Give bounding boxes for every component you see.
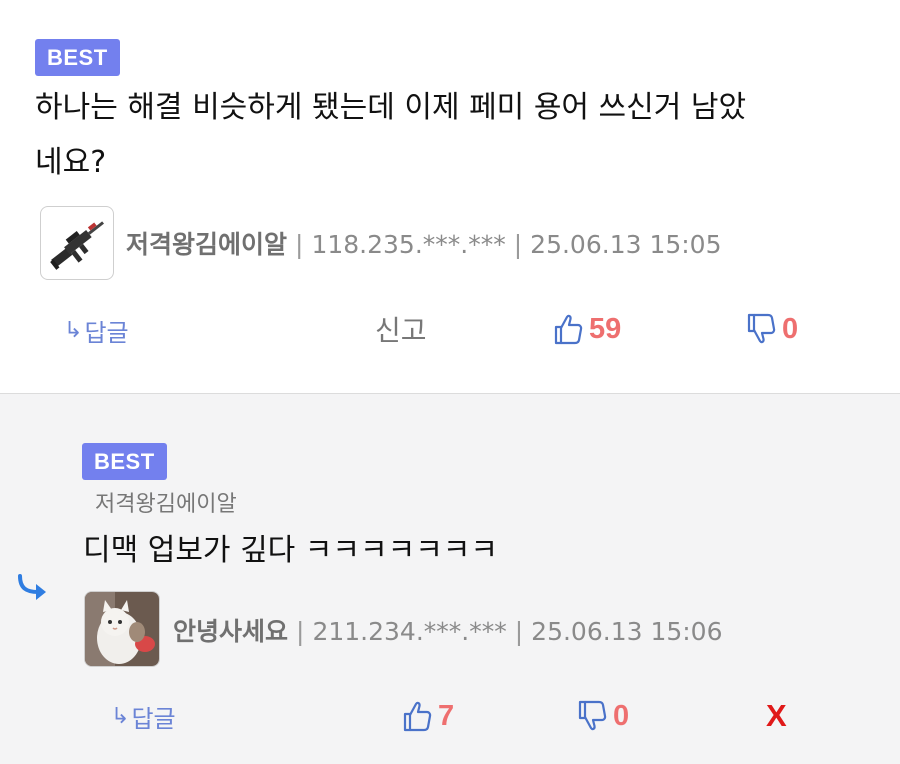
like-button[interactable]: 59 bbox=[553, 308, 621, 350]
meta-separator: | bbox=[513, 230, 523, 259]
comment-text-line-2: 네요? bbox=[35, 145, 107, 180]
reply-indent-arrow-icon bbox=[18, 574, 46, 600]
reply-arrow-icon: ↳ bbox=[64, 317, 83, 343]
comment-meta: 안녕사세요 | 211.234.***.*** | 25.06.13 15:06 bbox=[173, 612, 723, 652]
reply-button[interactable]: ↳ 답글 bbox=[111, 697, 176, 735]
comment-meta: 저격왕김에이알 | 118.235.***.*** | 25.06.13 15:05 bbox=[126, 225, 722, 265]
delete-label: X bbox=[766, 698, 787, 733]
comment-text: 하나는 해결 비슷하게 됐는데 이제 페미 용어 쓰신거 남았 네요? bbox=[35, 80, 746, 190]
reply-arrow-icon: ↳ bbox=[111, 703, 130, 729]
author-nickname[interactable]: 안녕사세요 bbox=[173, 617, 288, 646]
thumbs-up-icon bbox=[554, 314, 583, 345]
cat-photo-icon bbox=[85, 592, 159, 666]
rifle-icon bbox=[50, 221, 105, 270]
comment-best-1: BEST 하나는 해결 비슷하게 됐는데 이제 페미 용어 쓰신거 남았 네요?… bbox=[0, 0, 900, 393]
dislike-count: 0 bbox=[613, 699, 630, 732]
author-ip: 118.235.***.*** bbox=[311, 230, 506, 259]
meta-separator: | bbox=[514, 617, 524, 646]
delete-button[interactable]: X bbox=[766, 695, 787, 737]
author-ip: 211.234.***.*** bbox=[312, 617, 507, 646]
best-badge: BEST bbox=[82, 443, 167, 480]
dislike-count: 0 bbox=[782, 312, 799, 345]
meta-separator: | bbox=[296, 617, 305, 646]
like-count: 59 bbox=[589, 312, 622, 345]
like-count: 7 bbox=[438, 699, 455, 732]
dislike-button[interactable]: 0 bbox=[577, 695, 629, 737]
comment-text-line-1: 하나는 해결 비슷하게 됐는데 이제 페미 용어 쓰신거 남았 bbox=[35, 90, 747, 125]
meta-separator: | bbox=[295, 230, 304, 259]
dislike-button[interactable]: 0 bbox=[746, 308, 798, 350]
like-button[interactable]: 7 bbox=[402, 695, 454, 737]
comment-datetime: 25.06.13 15:06 bbox=[531, 617, 723, 646]
thumbs-down-icon bbox=[578, 700, 607, 731]
comment-datetime: 25.06.13 15:05 bbox=[530, 230, 722, 259]
reply-button[interactable]: ↳ 답글 bbox=[64, 312, 129, 348]
avatar[interactable] bbox=[84, 591, 160, 667]
report-button[interactable]: 신고 bbox=[375, 308, 427, 350]
parent-author-nickname: 저격왕김에이알 bbox=[95, 492, 237, 517]
thumbs-down-icon bbox=[747, 313, 776, 344]
comment-text: 디맥 업보가 깊다 ㅋㅋㅋㅋㅋㅋㅋ bbox=[83, 533, 499, 568]
author-nickname[interactable]: 저격왕김에이알 bbox=[126, 230, 287, 259]
avatar[interactable] bbox=[40, 206, 114, 280]
reply-label: 답글 bbox=[84, 318, 129, 347]
thumbs-up-icon bbox=[403, 701, 432, 732]
report-label: 신고 bbox=[375, 314, 427, 347]
best-badge: BEST bbox=[35, 39, 120, 76]
reply-label: 답글 bbox=[131, 704, 176, 733]
